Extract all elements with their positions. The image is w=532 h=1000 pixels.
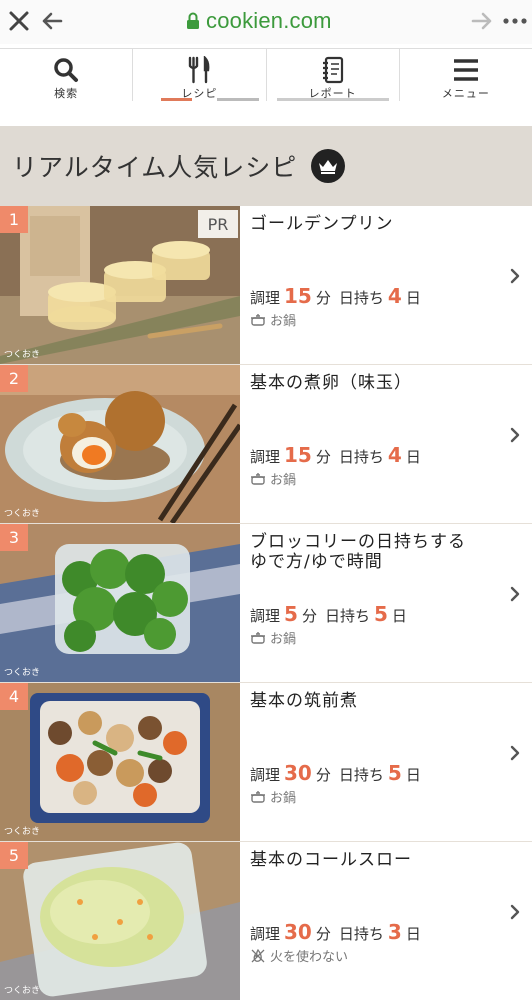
nav-label: 検索 — [54, 87, 79, 100]
list-item[interactable]: 5 つくおき 基本のコールスロー 調理 30 分日持ち 3 日 火を使わない — [0, 842, 532, 1000]
address-bar[interactable]: cookien.com — [186, 8, 332, 34]
cook-time: 15 — [284, 443, 312, 467]
keep-days: 4 — [387, 443, 402, 467]
rank-badge: 1 — [0, 206, 28, 233]
rank-badge: 3 — [0, 524, 28, 551]
nav-item-search[interactable]: 検索 — [0, 49, 134, 101]
cooking-method: お鍋 — [250, 310, 296, 329]
cooking-method: お鍋 — [250, 787, 296, 806]
keep-days: 4 — [387, 284, 402, 308]
recipe-photo: 2 つくおき — [0, 365, 240, 523]
browser-toolbar: cookien.com — [0, 0, 532, 44]
pr-badge: PR — [198, 210, 238, 238]
notebook-icon — [321, 55, 345, 84]
recipe-title[interactable]: 基本のコールスロー — [250, 850, 412, 870]
keep-days: 3 — [387, 920, 402, 944]
recipe-meta: 調理 30 分日持ち 3 日 — [250, 920, 421, 944]
recipe-photo: 4 つくおき — [0, 683, 240, 841]
crown-icon — [311, 149, 346, 183]
recipe-info: 基本の煮卵（味玉） 調理 15 分日持ち 4 日 お鍋 — [250, 365, 500, 523]
cook-time: 15 — [284, 284, 312, 308]
watermark: つくおき — [4, 827, 41, 837]
pot-icon — [251, 472, 265, 485]
section-header: リアルタイム人気レシピ — [0, 126, 532, 206]
arrow-left-icon[interactable] — [38, 6, 66, 36]
recipe-meta: 調理 15 分日持ち 4 日 — [250, 284, 421, 308]
more-horizontal-icon[interactable] — [500, 6, 530, 36]
cook-time: 30 — [284, 761, 312, 785]
spacer — [0, 101, 532, 126]
keep-days: 5 — [373, 602, 388, 626]
recipe-info: 基本の筑前煮 調理 30 分日持ち 5 日 お鍋 — [250, 683, 500, 841]
arrow-right-icon[interactable] — [468, 6, 496, 36]
rank-badge: 2 — [0, 365, 28, 392]
list-item[interactable]: 2 つくおき 基本の煮卵（味玉） 調理 15 分日持ち 4 日 お鍋 — [0, 365, 532, 524]
list-item[interactable]: 3 つくおき ブロッコリーの日持ちする ゆで方/ゆで時間 調理 5 分日持ち 5 日 お鍋 — [0, 524, 532, 683]
recipe-info: ゴールデンプリン 調理 15 分日持ち 4 日 お鍋 — [250, 206, 500, 364]
recipe-photo: 3 つくおき — [0, 524, 240, 682]
pot-icon — [251, 790, 265, 803]
watermark: つくおき — [4, 986, 41, 996]
recipe-meta: 調理 5 分日持ち 5 日 — [250, 602, 407, 626]
watermark: つくおき — [4, 350, 41, 360]
hamburger-menu-icon — [452, 55, 480, 84]
section-title: リアルタイム人気レシピ — [12, 153, 298, 182]
nav-item-recipe[interactable]: レシピ — [133, 49, 267, 101]
recipe-meta: 調理 30 分日持ち 5 日 — [250, 761, 421, 785]
cooking-method: お鍋 — [250, 628, 296, 647]
url-text: cookien.com — [206, 8, 332, 33]
list-item[interactable]: 1 PR つくおき ゴールデンプリン 調理 15 分日持ち 4 日 お鍋 — [0, 206, 532, 365]
recipe-list: 1 PR つくおき ゴールデンプリン 調理 15 分日持ち 4 日 お鍋 2 つ… — [0, 206, 532, 1000]
watermark: つくおき — [4, 668, 41, 678]
recipe-info: ブロッコリーの日持ちする ゆで方/ゆで時間 調理 5 分日持ち 5 日 お鍋 — [250, 524, 500, 682]
chevron-right-icon[interactable] — [508, 584, 522, 604]
recipe-title[interactable]: ブロッコリーの日持ちする ゆで方/ゆで時間 — [250, 532, 466, 572]
cooking-method: お鍋 — [250, 469, 296, 488]
recipe-title[interactable]: ゴールデンプリン — [250, 214, 394, 234]
cook-time: 5 — [284, 602, 298, 626]
close-icon[interactable] — [4, 6, 34, 36]
no-fire-icon — [251, 948, 265, 962]
cooking-method: 火を使わない — [250, 946, 348, 965]
recipe-photo: 5 つくおき — [0, 842, 240, 1000]
search-icon — [53, 55, 79, 84]
chevron-right-icon[interactable] — [508, 902, 522, 922]
pot-icon — [251, 631, 265, 644]
nav-item-report[interactable]: レポート — [267, 49, 400, 101]
pot-icon — [251, 313, 265, 326]
lock-icon — [187, 12, 199, 29]
fork-knife-icon — [186, 55, 212, 84]
chevron-right-icon[interactable] — [508, 266, 522, 286]
list-item[interactable]: 4 つくおき 基本の筑前煮 調理 30 分日持ち 5 日 お鍋 — [0, 683, 532, 842]
recipe-photo: 1 PR つくおき — [0, 206, 240, 364]
chevron-right-icon[interactable] — [508, 743, 522, 763]
nav-item-menu[interactable]: メニュー — [400, 49, 532, 101]
recipe-title[interactable]: 基本の煮卵（味玉） — [250, 373, 412, 393]
recipe-meta: 調理 15 分日持ち 4 日 — [250, 443, 421, 467]
rank-badge: 5 — [0, 842, 28, 869]
recipe-title[interactable]: 基本の筑前煮 — [250, 691, 358, 711]
watermark: つくおき — [4, 509, 41, 519]
site-nav: 検索 レシピ レポート メニュー — [0, 48, 532, 101]
nav-label: メニュー — [441, 87, 490, 100]
cook-time: 30 — [284, 920, 312, 944]
rank-badge: 4 — [0, 683, 28, 710]
chevron-right-icon[interactable] — [508, 425, 522, 445]
recipe-info: 基本のコールスロー 調理 30 分日持ち 3 日 火を使わない — [250, 842, 500, 1000]
keep-days: 5 — [387, 761, 402, 785]
